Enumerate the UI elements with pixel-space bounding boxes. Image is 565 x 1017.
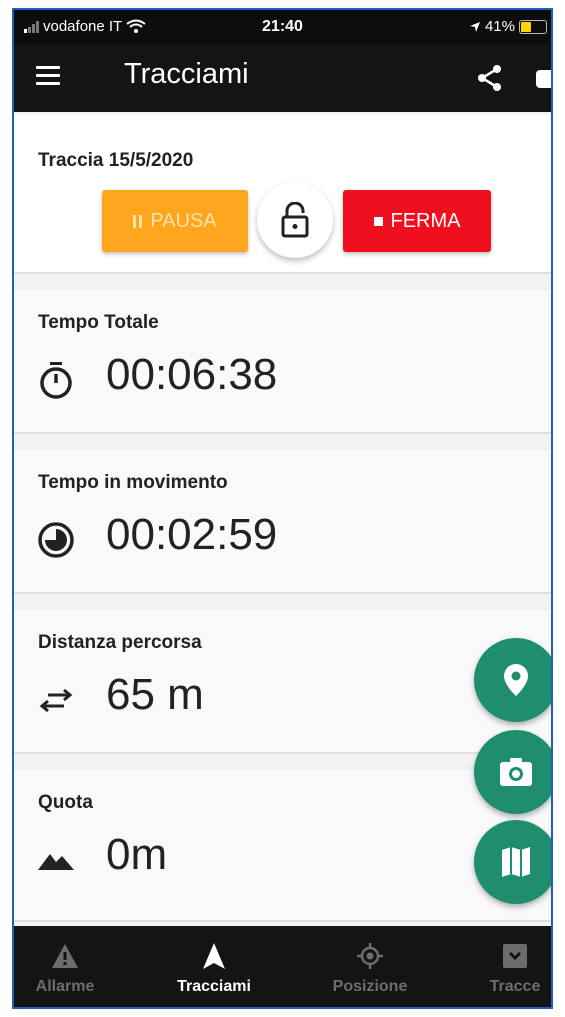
tag-icon[interactable] [536,70,551,88]
distance-value: 65 m [106,670,204,719]
distance-card: Distanza percorsa 65 m [14,610,551,752]
total-time-value: 00:06:38 [106,350,278,399]
app-bar: Tracciami [14,44,551,112]
add-location-button[interactable] [474,638,551,722]
track-card: Traccia 15/5/2020 PAUSA FERMA [14,114,551,272]
track-list-icon [503,944,527,968]
share-icon[interactable] [477,64,503,92]
bottom-navigation: Allarme Tracciami Posizione Tracce [14,926,551,1007]
menu-icon[interactable] [36,66,60,88]
navigation-arrow-icon [203,943,225,969]
nav-item-allarme[interactable]: Allarme [20,926,110,1007]
pause-label: PAUSA [150,209,217,232]
moving-time-card: Tempo in movimento 00:02:59 [14,450,551,592]
camera-button[interactable] [474,730,551,814]
map-icon [502,847,530,877]
nav-label-allarme: Allarme [35,978,95,995]
unlock-icon [281,202,309,238]
pause-icon [133,214,143,228]
distance-label: Distanza percorsa [38,632,202,653]
battery-icon [519,19,547,34]
altitude-label: Quota [38,792,93,813]
stop-icon [373,216,383,226]
warning-icon [52,944,78,968]
track-title: Traccia 15/5/2020 [38,150,194,171]
map-pin-icon [504,664,528,696]
status-right: 41% [469,18,547,35]
map-button[interactable] [474,820,551,904]
stopwatch-icon [40,362,72,399]
mountain-icon [38,854,74,870]
status-bar: vodafone IT 21:40 41% [14,10,551,44]
battery-level [521,21,531,32]
nav-label-tracciami: Tracciami [177,978,251,995]
nav-item-tracciami[interactable]: Tracciami [154,926,274,1007]
battery-percent: 41% [484,18,515,35]
altitude-value: 0m [106,830,168,879]
nav-label-tracce: Tracce [489,978,541,995]
nav-item-posizione[interactable]: Posizione [310,926,430,1007]
location-arrow-icon [469,21,480,32]
camera-icon [500,758,532,786]
total-time-card: Tempo Totale 00:06:38 [14,290,551,432]
nav-item-tracce[interactable]: Tracce [470,926,551,1007]
altitude-card: Quota 0m [14,770,551,920]
phone-screen: vodafone IT 21:40 41% Tracciami Traccia … [12,8,553,1009]
total-time-label: Tempo Totale [38,312,159,333]
stop-button[interactable]: FERMA [343,190,491,252]
gps-target-icon [357,943,383,969]
moving-time-label: Tempo in movimento [38,472,228,493]
pause-button[interactable]: PAUSA [102,190,248,252]
stop-label: FERMA [390,209,461,232]
nav-label-posizione: Posizione [332,978,408,995]
page-title: Tracciami [124,58,249,90]
timelapse-icon [38,522,74,558]
moving-time-value: 00:02:59 [106,510,278,559]
swap-arrows-icon [39,688,73,713]
lock-button[interactable] [257,182,333,258]
